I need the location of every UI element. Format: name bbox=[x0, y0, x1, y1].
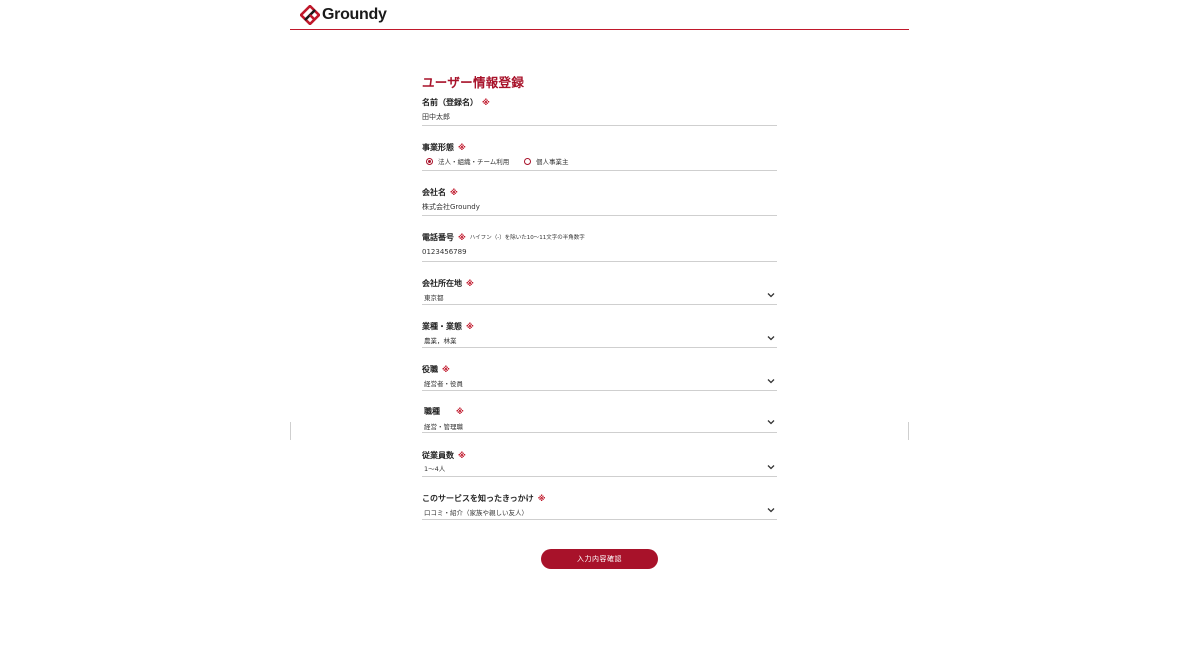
company-label: 会社名 bbox=[422, 187, 446, 197]
industry-field: 業種・業態 ※ 農業，林業 bbox=[422, 320, 777, 348]
employees-field: 従業員数 ※ 1〜4人 bbox=[422, 449, 777, 477]
business-type-underline bbox=[422, 170, 777, 171]
right-divider bbox=[908, 422, 909, 440]
page-title: ユーザー情報登録 bbox=[422, 75, 525, 90]
position-select-underline bbox=[422, 390, 777, 391]
radio-sole-proprietor-label: 個人事業主 bbox=[536, 158, 569, 166]
name-input-underline bbox=[422, 125, 777, 126]
required-mark: ※ bbox=[442, 364, 450, 374]
position-label: 役職 bbox=[422, 364, 438, 374]
name-input[interactable]: 田中太郎 bbox=[422, 112, 450, 122]
location-label: 会社所在地 bbox=[422, 278, 462, 288]
occupation-select-underline bbox=[422, 432, 777, 433]
phone-input-underline bbox=[422, 261, 777, 262]
location-select[interactable]: 東京都 bbox=[424, 292, 444, 302]
chevron-down-icon[interactable] bbox=[767, 464, 775, 470]
industry-select[interactable]: 農業，林業 bbox=[424, 335, 457, 345]
radio-corporate-label: 法人・組織・チーム利用 bbox=[438, 158, 510, 166]
referral-select[interactable]: 口コミ・紹介（家族や親しい友人） bbox=[424, 507, 528, 517]
radio-icon[interactable] bbox=[426, 157, 433, 165]
required-mark: ※ bbox=[466, 321, 474, 331]
referral-label: このサービスを知ったきっかけ bbox=[422, 493, 534, 503]
required-mark: ※ bbox=[456, 406, 464, 416]
required-mark: ※ bbox=[458, 450, 466, 460]
logo-text: Groundy bbox=[322, 6, 387, 23]
location-field: 会社所在地 ※ 東京都 bbox=[422, 277, 777, 305]
phone-field: 電話番号 ※ ハイフン（-）を除いた10～11文字の半角数字 012345678… bbox=[422, 231, 777, 262]
referral-select-underline bbox=[422, 519, 777, 520]
employees-select-underline bbox=[422, 476, 777, 477]
company-input-underline bbox=[422, 215, 777, 216]
business-type-field: 事業形態 ※ 法人・組織・チーム利用 個人事業主 bbox=[422, 141, 777, 171]
left-divider bbox=[290, 422, 291, 440]
phone-input[interactable]: 0123456789 bbox=[422, 248, 467, 256]
occupation-label: 職種 bbox=[424, 406, 440, 416]
referral-field: このサービスを知ったきっかけ ※ 口コミ・紹介（家族や親しい友人） bbox=[422, 492, 777, 520]
chevron-down-icon[interactable] bbox=[767, 335, 775, 341]
required-mark: ※ bbox=[537, 493, 546, 503]
header: Groundy bbox=[290, 0, 909, 30]
required-mark: ※ bbox=[466, 278, 474, 288]
industry-select-underline bbox=[422, 347, 777, 348]
name-field: 名前（登録名） ※ 田中太郎 bbox=[422, 96, 777, 126]
chevron-down-icon[interactable] bbox=[767, 419, 775, 425]
radio-sole-proprietor[interactable]: 個人事業主 bbox=[524, 156, 569, 166]
company-input[interactable]: 株式会社Groundy bbox=[422, 202, 480, 212]
radio-icon[interactable] bbox=[524, 157, 531, 165]
phone-hint: ハイフン（-）を除いた10～11文字の半角数字 bbox=[469, 235, 585, 241]
confirm-button[interactable]: 入力内容確認 bbox=[541, 549, 658, 569]
location-select-underline bbox=[422, 304, 777, 305]
position-field: 役職 ※ 経営者・役員 bbox=[422, 363, 777, 391]
chevron-down-icon[interactable] bbox=[767, 378, 775, 384]
occupation-select[interactable]: 経営・管理職 bbox=[424, 421, 463, 431]
required-mark: ※ bbox=[458, 142, 466, 152]
phone-label: 電話番号 bbox=[422, 232, 454, 242]
business-type-label: 事業形態 bbox=[422, 142, 454, 152]
company-field: 会社名 ※ 株式会社Groundy bbox=[422, 186, 777, 216]
position-select[interactable]: 経営者・役員 bbox=[424, 378, 463, 388]
occupation-field: 職種 ※ 経営・管理職 bbox=[422, 405, 777, 433]
logo[interactable]: Groundy bbox=[300, 5, 387, 25]
employees-select[interactable]: 1〜4人 bbox=[424, 463, 445, 473]
industry-label: 業種・業態 bbox=[422, 321, 462, 331]
groundy-logo-icon bbox=[300, 5, 320, 25]
required-mark: ※ bbox=[450, 187, 458, 197]
employees-label: 従業員数 bbox=[422, 450, 454, 460]
chevron-down-icon[interactable] bbox=[767, 507, 775, 513]
required-mark: ※ bbox=[458, 232, 466, 242]
name-label: 名前（登録名） bbox=[422, 97, 478, 107]
required-mark: ※ bbox=[482, 97, 490, 107]
radio-corporate[interactable]: 法人・組織・チーム利用 bbox=[426, 156, 509, 166]
chevron-down-icon[interactable] bbox=[767, 292, 775, 298]
